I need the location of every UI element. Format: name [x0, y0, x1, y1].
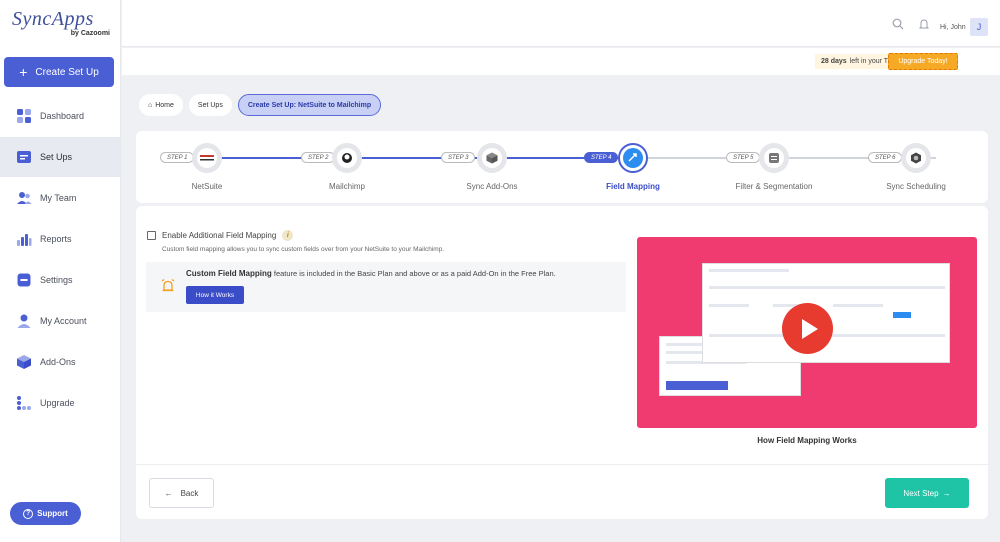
enable-mapping-checkbox[interactable] [147, 231, 156, 240]
promo-body: feature is included in the Basic Plan an… [273, 269, 556, 278]
sidebar-item-label: My Team [40, 193, 77, 203]
trial-bar: 28 days left in your Trial Upgrade Today… [122, 48, 1000, 75]
create-setup-button[interactable]: + Create Set Up [4, 57, 114, 87]
sidebar-item-label: Set Ups [40, 152, 73, 162]
logo-text: SyncApps [12, 8, 94, 30]
sync-addons-icon [482, 148, 502, 168]
arrow-left-icon: ← [164, 488, 173, 498]
setups-icon [16, 149, 32, 165]
bell-icon[interactable] [918, 18, 930, 33]
stepper-progress-line [196, 157, 636, 159]
field-mapping-icon [623, 148, 643, 168]
top-bar: Hi, John J [122, 0, 1000, 47]
mailchimp-icon [337, 148, 357, 168]
upgrade-today-button[interactable]: Upgrade Today! [888, 53, 958, 70]
sidebar-item-addons[interactable]: Add-Ons [0, 342, 120, 382]
sidebar-item-account[interactable]: My Account [0, 301, 120, 341]
trial-days: 28 days [821, 58, 847, 65]
next-step-label: Next Step [903, 488, 939, 498]
sidebar-item-label: Settings [40, 275, 73, 285]
setup-stepper: STEP 1 NetSuite STEP 2 Mailchimp STEP 3 … [136, 131, 988, 203]
alarm-bell-icon [160, 278, 176, 294]
settings-icon [16, 272, 32, 288]
step-1-badge: STEP 1 [160, 152, 195, 163]
enable-mapping-label[interactable]: Enable Additional Field Mapping [162, 231, 276, 240]
breadcrumb-setups[interactable]: Set Ups [188, 94, 232, 116]
plus-icon: + [19, 64, 28, 80]
question-icon: ? [23, 508, 34, 519]
step-3-label: Sync Add-Ons [466, 182, 518, 191]
syncapps-logo[interactable]: SyncApps by Cazoomi [12, 8, 112, 42]
how-it-works-button[interactable]: How it Works [186, 286, 244, 304]
play-icon[interactable] [782, 303, 833, 354]
user-greeting: Hi, John [940, 24, 966, 31]
addons-icon [16, 354, 32, 370]
sidebar-item-label: Reports [40, 234, 72, 244]
sidebar-item-setups[interactable]: Set Ups [0, 137, 120, 177]
sidebar: SyncApps by Cazoomi + Create Set Up Dash… [0, 0, 121, 542]
sidebar-item-dashboard[interactable]: Dashboard [0, 96, 120, 136]
step-6-badge: STEP 6 [868, 152, 903, 163]
sidebar-item-label: Add-Ons [40, 357, 76, 367]
upgrade-icon [16, 395, 32, 411]
step-4-circle[interactable] [618, 143, 648, 173]
step-3-circle[interactable] [477, 143, 507, 173]
home-icon: ⌂ [148, 101, 153, 109]
step-2-badge: STEP 2 [301, 152, 336, 163]
sidebar-item-label: Dashboard [40, 111, 85, 121]
enable-mapping-row: Enable Additional Field Mapping i [147, 230, 294, 241]
step-6-label: Sync Scheduling [886, 182, 946, 191]
step-6-circle[interactable] [901, 143, 931, 173]
mapping-description: Custom field mapping allows you to sync … [162, 246, 445, 253]
sidebar-item-upgrade[interactable]: Upgrade [0, 383, 120, 423]
back-button[interactable]: ← Back [149, 478, 214, 508]
breadcrumb-current: Create Set Up: NetSuite to Mailchimp [237, 94, 382, 116]
create-setup-label: Create Set Up [35, 66, 99, 78]
sidebar-item-reports[interactable]: Reports [0, 219, 120, 259]
breadcrumb: ⌂ Home Set Ups Create Set Up: NetSuite t… [139, 94, 382, 116]
promo-box: Custom Field Mapping feature is included… [146, 262, 626, 312]
next-step-button[interactable]: Next Step → [885, 478, 969, 508]
field-mapping-panel: Enable Additional Field Mapping i Custom… [136, 206, 988, 519]
step-1-circle[interactable] [192, 143, 222, 173]
avatar[interactable]: J [970, 18, 988, 36]
step-2-label: Mailchimp [328, 182, 365, 191]
step-5-circle[interactable] [759, 143, 789, 173]
back-label: Back [180, 488, 199, 498]
logo-subtext: by Cazoomi [70, 30, 110, 37]
promo-text: Custom Field Mapping feature is included… [186, 269, 556, 278]
divider [136, 464, 988, 465]
team-icon [16, 190, 32, 206]
step-4-label: Field Mapping [606, 182, 660, 191]
step-5-label: Filter & Segmentation [735, 182, 813, 191]
search-icon[interactable] [892, 18, 904, 33]
reports-icon [16, 231, 32, 247]
support-label: Support [37, 509, 68, 518]
step-1-label: NetSuite [191, 182, 223, 191]
video-caption: How Field Mapping Works [757, 436, 857, 445]
sidebar-item-label: My Account [40, 316, 87, 326]
sidebar-item-label: Upgrade [40, 398, 75, 408]
step-2-circle[interactable] [332, 143, 362, 173]
dashboard-icon [16, 108, 32, 124]
sidebar-item-settings[interactable]: Settings [0, 260, 120, 300]
support-button[interactable]: ? Support [10, 502, 81, 525]
sidebar-item-team[interactable]: My Team [0, 178, 120, 218]
info-icon[interactable]: i [282, 230, 294, 241]
step-3-badge: STEP 3 [441, 152, 476, 163]
sync-scheduling-icon [906, 148, 926, 168]
oracle-netsuite-icon [197, 148, 217, 168]
breadcrumb-home[interactable]: ⌂ Home [139, 94, 183, 116]
breadcrumb-home-label: Home [155, 101, 174, 109]
filter-segmentation-icon [764, 148, 784, 168]
account-icon [16, 313, 32, 329]
video-thumbnail[interactable] [637, 237, 977, 428]
step-4-badge: STEP 4 [584, 152, 619, 163]
step-5-badge: STEP 5 [726, 152, 761, 163]
arrow-right-icon: → [942, 488, 951, 498]
promo-title: Custom Field Mapping [186, 269, 272, 278]
